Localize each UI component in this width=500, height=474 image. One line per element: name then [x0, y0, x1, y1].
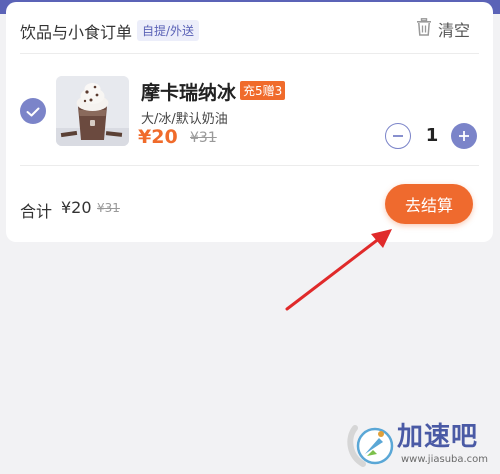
watermark-brand: 加速吧	[397, 422, 479, 452]
arrow-annotation	[285, 229, 392, 311]
watermark-url: www.jiasuba.com	[401, 454, 489, 465]
watermark-emblem-icon	[347, 425, 394, 467]
watermark-logo: 加速吧 www.jiasuba.com	[345, 410, 495, 470]
